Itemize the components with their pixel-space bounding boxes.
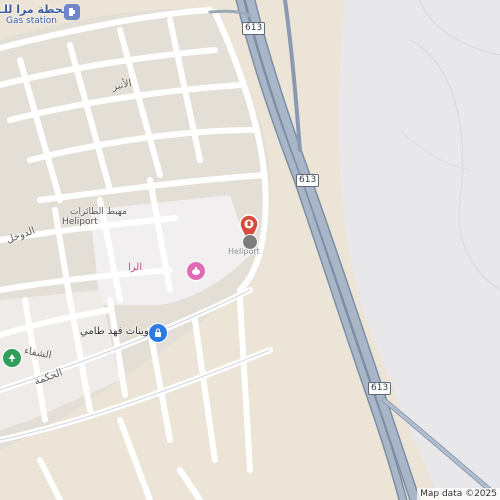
park-icon[interactable] xyxy=(2,348,22,368)
highway-shield-613: 613 xyxy=(296,174,320,187)
district-label-alra: الرا xyxy=(128,262,143,273)
gas-station-icon[interactable] xyxy=(64,4,80,20)
highway-shield-613: 613 xyxy=(242,22,266,35)
grocery-label: تموينات فهد طامي xyxy=(80,326,158,337)
heliport-label-ar: مهبط الطائرات xyxy=(70,207,127,217)
map-attribution: Map data ©2025 xyxy=(417,488,500,500)
shopping-icon[interactable] xyxy=(148,323,168,343)
heliport-label-right: Heliport xyxy=(228,247,260,256)
highway-shield-613: 613 xyxy=(368,382,392,395)
gas-station-label: محطة مرا للـ xyxy=(0,3,70,16)
pink-place-icon[interactable] xyxy=(186,261,206,281)
gas-station-label-en: Gas station xyxy=(6,16,58,26)
heliport-dot-icon xyxy=(242,234,258,250)
map-view[interactable]: محطة مرا للـ Gas station الأنبر مهبط الط… xyxy=(0,0,500,500)
heliport-label-en: Heliport xyxy=(62,217,98,227)
